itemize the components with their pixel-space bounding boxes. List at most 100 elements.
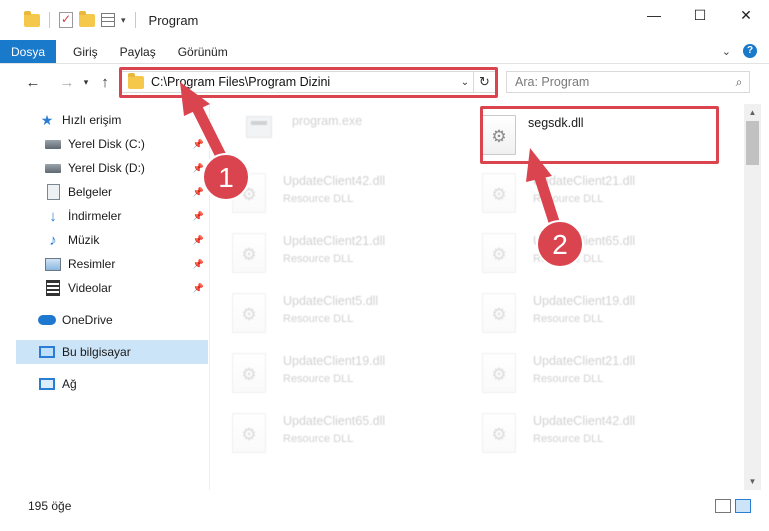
sidebar-item-network[interactable]: Ağ — [38, 372, 208, 396]
file-tile[interactable]: ⚙ UpdateClient42.dll Resource DLL — [212, 166, 447, 216]
dll-file-icon: ⚙ — [232, 173, 266, 213]
recent-locations-icon[interactable]: ▾ — [78, 77, 94, 88]
tab-home[interactable]: Giriş — [56, 40, 109, 63]
toolbar-divider — [49, 12, 50, 28]
file-name: UpdateClient21.dll — [283, 234, 386, 248]
sidebar-item-local-disk-c[interactable]: Yerel Disk (C:) 📌 — [44, 132, 208, 156]
file-description: Resource DLL — [283, 373, 354, 385]
dll-file-icon: ⚙ — [232, 293, 266, 333]
file-tile[interactable]: ⚙ UpdateClient19.dll Resource DLL — [212, 346, 447, 396]
sidebar-item-label: Hızlı erişim — [62, 113, 122, 127]
customize-toolbar-icon[interactable]: ▾ — [121, 15, 126, 26]
file-name: UpdateClient21.dll — [533, 354, 636, 368]
minimize-button[interactable]: — — [631, 0, 677, 30]
this-pc-icon — [38, 344, 56, 360]
gear-icon: ⚙ — [491, 245, 507, 264]
sidebar-item-documents[interactable]: Belgeler 📌 — [44, 180, 208, 204]
dll-file-icon: ⚙ — [482, 413, 516, 453]
file-tile[interactable]: ⚙ UpdateClient21.dll Resource DLL — [212, 226, 447, 276]
application-icon — [246, 116, 272, 138]
view-switcher — [715, 499, 751, 513]
pin-icon[interactable]: 📌 — [193, 283, 204, 294]
expand-ribbon-icon[interactable]: ⌄ — [722, 45, 731, 58]
videos-icon — [44, 280, 62, 296]
file-tile[interactable]: ⚙ UpdateClient5.dll Resource DLL — [212, 286, 447, 336]
file-tile-program-exe[interactable]: program.exe — [212, 106, 447, 156]
pin-icon[interactable]: 📌 — [193, 235, 204, 246]
gear-icon: ⚙ — [241, 425, 257, 444]
gear-icon: ⚙ — [241, 305, 257, 324]
forward-arrow-icon[interactable]: → — [56, 74, 78, 91]
scrollbar-thumb[interactable] — [746, 121, 759, 165]
sidebar-item-pictures[interactable]: Resimler 📌 — [44, 252, 208, 276]
file-description: Resource DLL — [283, 313, 354, 325]
search-box[interactable]: Ara: Program ⌕ — [506, 71, 750, 93]
file-tile[interactable]: ⚙ UpdateClient65.dll Resource DLL — [212, 406, 447, 456]
file-tile[interactable]: ⚙ UpdateClient65.dll Resource DLL — [462, 226, 697, 276]
pictures-icon — [44, 256, 62, 272]
new-folder-icon[interactable] — [79, 10, 95, 27]
search-input[interactable]: Ara: Program — [515, 75, 729, 89]
pin-icon[interactable]: 📌 — [193, 187, 204, 198]
dll-file-icon: ⚙ — [232, 233, 266, 273]
ribbon-tabs: Dosya Giriş Paylaş Görünüm ⌄ ? — [0, 40, 769, 64]
details-view-icon[interactable] — [715, 499, 731, 513]
sidebar-item-label: Videolar — [68, 281, 112, 295]
gear-icon: ⚙ — [241, 185, 257, 204]
file-highlight — [480, 106, 719, 164]
close-button[interactable]: ✕ — [723, 0, 769, 30]
file-description: Resource DLL — [283, 253, 354, 265]
sidebar-item-onedrive[interactable]: OneDrive — [38, 308, 208, 332]
file-tile[interactable]: ⚙ UpdateClient19.dll Resource DLL — [462, 286, 697, 336]
folder-icon — [24, 10, 40, 27]
sidebar-item-label: OneDrive — [62, 313, 113, 327]
documents-icon — [44, 184, 62, 200]
sidebar-item-label: Belgeler — [68, 185, 113, 199]
file-name: UpdateClient65.dll — [283, 414, 386, 428]
sidebar-item-local-disk-d[interactable]: Yerel Disk (D:) 📌 — [44, 156, 208, 180]
onedrive-icon — [38, 312, 56, 328]
large-icons-view-icon[interactable] — [735, 499, 751, 513]
properties-check-icon[interactable]: ✓ — [59, 12, 73, 28]
gear-icon: ⚙ — [241, 245, 257, 264]
sidebar-item-downloads[interactable]: ↓ İndirmeler 📌 — [44, 204, 208, 228]
pin-icon[interactable]: 📌 — [193, 259, 204, 270]
file-name: program.exe — [292, 114, 363, 128]
maximize-button[interactable]: ☐ — [677, 0, 723, 30]
file-name: UpdateClient42.dll — [533, 414, 636, 428]
file-description: Resource DLL — [283, 433, 354, 445]
sidebar-item-videos[interactable]: Videolar 📌 — [44, 276, 208, 300]
sidebar-item-quick-access[interactable]: ★ Hızlı erişim — [38, 108, 208, 132]
sidebar-item-this-pc[interactable]: Bu bilgisayar — [16, 340, 208, 364]
pin-icon[interactable]: 📌 — [193, 211, 204, 222]
properties-icon[interactable] — [101, 13, 115, 27]
gear-icon: ⚙ — [491, 365, 507, 384]
sidebar-item-label: Yerel Disk (C:) — [68, 137, 145, 151]
sidebar-item-music[interactable]: ♪ Müzik 📌 — [44, 228, 208, 252]
file-tile[interactable]: ⚙ UpdateClient21.dll Resource DLL — [462, 346, 697, 396]
tab-file[interactable]: Dosya — [0, 40, 56, 63]
tab-view[interactable]: Görünüm — [167, 40, 239, 63]
pin-icon[interactable]: 📌 — [193, 163, 204, 174]
file-tile[interactable]: ⚙ UpdateClient42.dll Resource DLL — [462, 406, 697, 456]
pin-icon[interactable]: 📌 — [193, 139, 204, 150]
back-arrow-icon[interactable]: ← — [22, 74, 44, 91]
sidebar-item-label: Yerel Disk (D:) — [68, 161, 145, 175]
file-tile[interactable]: ⚙ UpdateClient21.dll Resource DLL — [462, 166, 697, 216]
dll-file-icon: ⚙ — [482, 293, 516, 333]
help-icon[interactable]: ? — [743, 44, 757, 58]
quick-access-toolbar: ✓ ▾ — [0, 10, 139, 28]
toolbar-divider — [134, 12, 136, 28]
file-description: Resource DLL — [533, 373, 604, 385]
tab-share[interactable]: Paylaş — [109, 40, 167, 63]
scroll-down-icon[interactable]: ▼ — [744, 473, 761, 490]
dll-file-icon: ⚙ — [482, 353, 516, 393]
up-arrow-icon[interactable]: ↑ — [94, 74, 116, 91]
vertical-scrollbar[interactable]: ▲ ▼ — [744, 104, 761, 490]
ribbon-right-controls: ⌄ ? — [722, 44, 757, 58]
scroll-up-icon[interactable]: ▲ — [744, 104, 761, 121]
address-bar-highlight — [119, 67, 498, 98]
search-icon[interactable]: ⌕ — [729, 75, 749, 90]
gear-icon: ⚙ — [491, 185, 507, 204]
disk-icon — [44, 160, 62, 176]
